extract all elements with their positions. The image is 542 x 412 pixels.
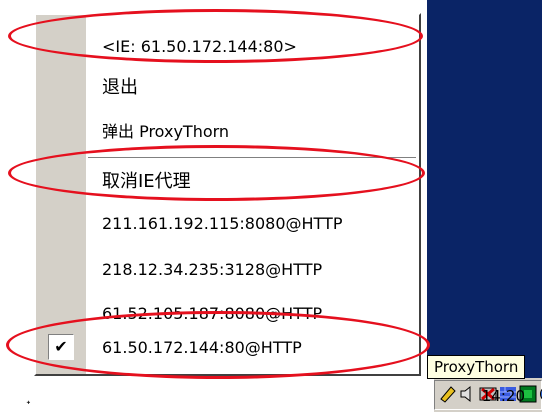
menu-item-proxy-1[interactable]: 211.161.192.115:8080@HTTP bbox=[36, 207, 419, 241]
tray-context-menu: <IE: 61.50.172.144:80> 退出 弹出 ProxyThorn … bbox=[34, 13, 421, 376]
menu-item-proxy-4-selected[interactable]: 61.50.172.144:80@HTTP bbox=[36, 331, 419, 365]
system-tray: 14:20 bbox=[434, 380, 542, 410]
taskbar: 14:20 bbox=[0, 378, 542, 412]
menu-item-proxy-2[interactable]: 218.12.34.235:3128@HTTP bbox=[36, 253, 419, 287]
pencil-icon[interactable] bbox=[439, 385, 457, 403]
menu-item-proxy-3[interactable]: 61.52.105.187:8080@HTTP bbox=[36, 297, 419, 331]
menu-item-cancel-ie-proxy[interactable]: 取消IE代理 bbox=[36, 165, 419, 199]
menu-separator bbox=[88, 157, 416, 159]
menu-item-current-ie-proxy[interactable]: <IE: 61.50.172.144:80> bbox=[36, 30, 419, 64]
taskbar-text-fragment: ᐩ bbox=[26, 398, 31, 412]
menu-item-exit[interactable]: 退出 bbox=[36, 71, 419, 105]
speaker-icon[interactable] bbox=[459, 385, 477, 403]
menu-item-popup-proxythorn[interactable]: 弹出 ProxyThorn bbox=[36, 115, 419, 149]
tooltip: ProxyThorn bbox=[427, 355, 526, 379]
taskbar-left-area bbox=[0, 378, 434, 412]
desktop-background bbox=[427, 0, 542, 378]
clock[interactable]: 14:20 bbox=[482, 387, 525, 405]
